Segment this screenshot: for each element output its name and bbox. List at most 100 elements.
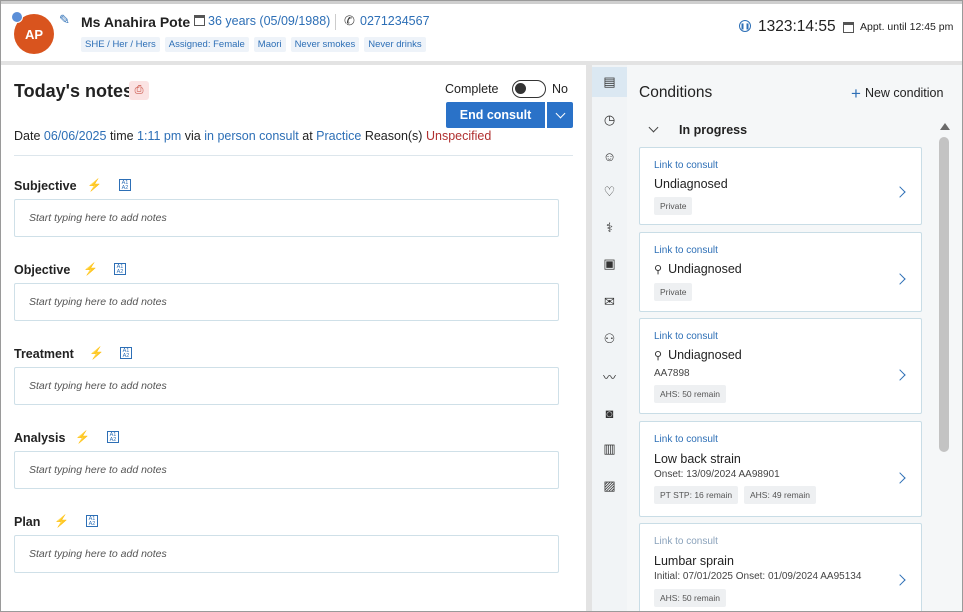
pause-icon[interactable]: ❚❚ [739,20,751,32]
person-icon: ⚲ [654,264,663,276]
consult-date-link[interactable]: 06/06/2025 [44,129,107,143]
text-expand-icon[interactable]: A1 A2 [119,179,131,191]
tag-assigned-sex: Assigned: Female [164,37,249,52]
objective-input[interactable]: Start typing here to add notes [14,283,559,321]
consult-type-link[interactable]: in person consult [204,129,299,143]
conditions-title: Conditions [639,84,713,101]
input-placeholder: Start typing here to add notes [29,212,167,224]
section-label-objective: Objective [14,263,71,277]
consult-icon[interactable]: ▣ [592,249,627,279]
notes-panel: Today's notes ⎙ Complete No End consult … [1,65,586,611]
printer-icon[interactable]: ⎙ [129,81,149,100]
chevron-down-icon[interactable] [648,122,659,133]
complete-toggle[interactable] [512,80,546,98]
treatment-input[interactable]: Start typing here to add notes [14,367,559,405]
avatar-initials: AP [24,26,44,42]
section-label-plan: Plan [14,515,41,529]
consult-time-link[interactable]: 1:11 pm [137,129,181,143]
page-title: Today's notes [14,81,133,101]
phone-icon: ✆ [344,13,355,28]
condition-badge: AHS: 50 remain [654,385,726,403]
end-consult-button[interactable]: End consult [446,102,545,128]
chevron-right-icon[interactable] [894,273,906,285]
text-expand-icon[interactable]: A1 A2 [107,431,119,443]
consult-timer: 1323:14:55 [758,18,836,35]
divider [14,155,573,156]
scroll-thumb[interactable] [939,137,949,452]
chevron-right-icon[interactable] [894,369,906,381]
magic-wand-icon[interactable]: ⚡ [75,430,90,444]
patient-tags: SHE / Her / Hers Assigned: Female Maori … [81,37,426,52]
link-to-consult[interactable]: Link to consult [654,434,718,445]
condition-card[interactable]: Link to consult Undiagnosed Private [639,147,922,225]
calendar-icon [843,22,854,33]
link-to-consult[interactable]: Link to consult [654,536,718,547]
link-to-consult[interactable]: Link to consult [654,245,718,256]
condition-card[interactable]: Link to consult ⚲ Undiagnosed AA7898 AHS:… [639,318,922,414]
reasons-label: Reason(s) [364,129,423,143]
time-label: time [109,129,134,143]
face-icon[interactable]: ☺ [592,141,627,171]
chevron-right-icon[interactable] [894,574,906,586]
heart-pulse-icon[interactable]: ♡ [592,177,627,207]
condition-badge: Private [654,283,693,301]
clipboard-icon[interactable]: ▥ [592,434,627,464]
link-to-consult[interactable]: Link to consult [654,160,718,171]
clock-icon[interactable]: ◷ [592,105,627,135]
magic-wand-icon[interactable]: ⚡ [83,262,98,276]
image-icon[interactable]: ▨ [592,471,627,501]
condition-card[interactable]: Link to consult ⚲ Undiagnosed Private [639,232,922,312]
condition-name: Undiagnosed [668,348,742,362]
text-expand-icon[interactable]: A1 A2 [114,263,126,275]
patient-name: Ms Anahira Pote [81,14,191,30]
plus-icon: + [851,84,861,103]
conditions-panel: Conditions + New condition In progress Li… [627,65,962,611]
camera-icon[interactable]: ◙ [592,398,627,428]
condition-code: AA7898 [654,368,690,379]
condition-card[interactable]: Link to consult Lumbar sprain Initial: 0… [639,523,922,611]
new-condition-button[interactable]: + New condition [851,84,943,104]
edit-pencil-icon[interactable]: ✎ [59,12,70,28]
condition-name-row: ⚲ Undiagnosed [654,348,742,362]
date-label: Date [14,129,41,143]
condition-name: Low back strain [654,452,741,466]
complete-state: No [552,82,568,96]
analysis-input[interactable]: Start typing here to add notes [14,451,559,489]
text-expand-icon[interactable]: A1 A2 [120,347,132,359]
patient-age-dob[interactable]: 36 years (05/09/1988) [208,14,330,28]
input-placeholder: Start typing here to add notes [29,548,167,560]
condition-card[interactable]: Link to consult Low back strain Onset: 1… [639,421,922,517]
group-label-in-progress[interactable]: In progress [679,123,747,137]
magic-wand-icon[interactable]: ⚡ [54,514,69,528]
condition-name: Lumbar sprain [654,554,734,568]
side-icon-rail: ▤ ◷ ☺ ♡ ⚕ ▣ ✉ ⚇ 〰 ◙ ▥ ▨ [592,65,627,611]
chevron-right-icon[interactable] [894,472,906,484]
chevron-right-icon[interactable] [894,186,906,198]
plan-input[interactable]: Start typing here to add notes [14,535,559,573]
subjective-input[interactable]: Start typing here to add notes [14,199,559,237]
condition-name: Undiagnosed [654,177,728,191]
mail-icon[interactable]: ✉ [592,287,627,317]
magic-wand-icon[interactable]: ⚡ [89,346,104,360]
condition-details: Initial: 07/01/2025 Onset: 01/09/2024 AA… [654,571,862,582]
family-icon[interactable]: ⚇ [592,324,627,354]
chevron-down-icon [555,108,565,118]
conditions-scrollbar[interactable] [938,123,950,611]
magic-wand-icon[interactable]: ⚡ [87,178,102,192]
patient-phone[interactable]: 0271234567 [360,14,430,28]
link-to-consult[interactable]: Link to consult [654,331,718,342]
consult-location-link[interactable]: Practice [316,129,361,143]
chart-icon[interactable]: 〰 [592,361,627,391]
consult-reasons-link[interactable]: Unspecified [426,129,491,143]
end-consult-dropdown[interactable] [546,102,573,128]
complete-label: Complete [445,82,499,96]
text-expand-icon[interactable]: A1 A2 [86,515,98,527]
notes-icon[interactable]: ▤ [592,67,627,97]
condition-name-row: ⚲ Undiagnosed [654,262,742,276]
tag-smoking: Never smokes [290,37,360,52]
pill-icon[interactable]: ⚕ [592,213,627,243]
condition-details: Onset: 13/09/2024 AA98901 [654,469,780,480]
app-window: AP ✎ Ms Anahira Pote 36 years (05/09/198… [0,0,963,612]
scroll-up-arrow-icon[interactable] [940,123,950,130]
section-label-analysis: Analysis [14,431,66,445]
